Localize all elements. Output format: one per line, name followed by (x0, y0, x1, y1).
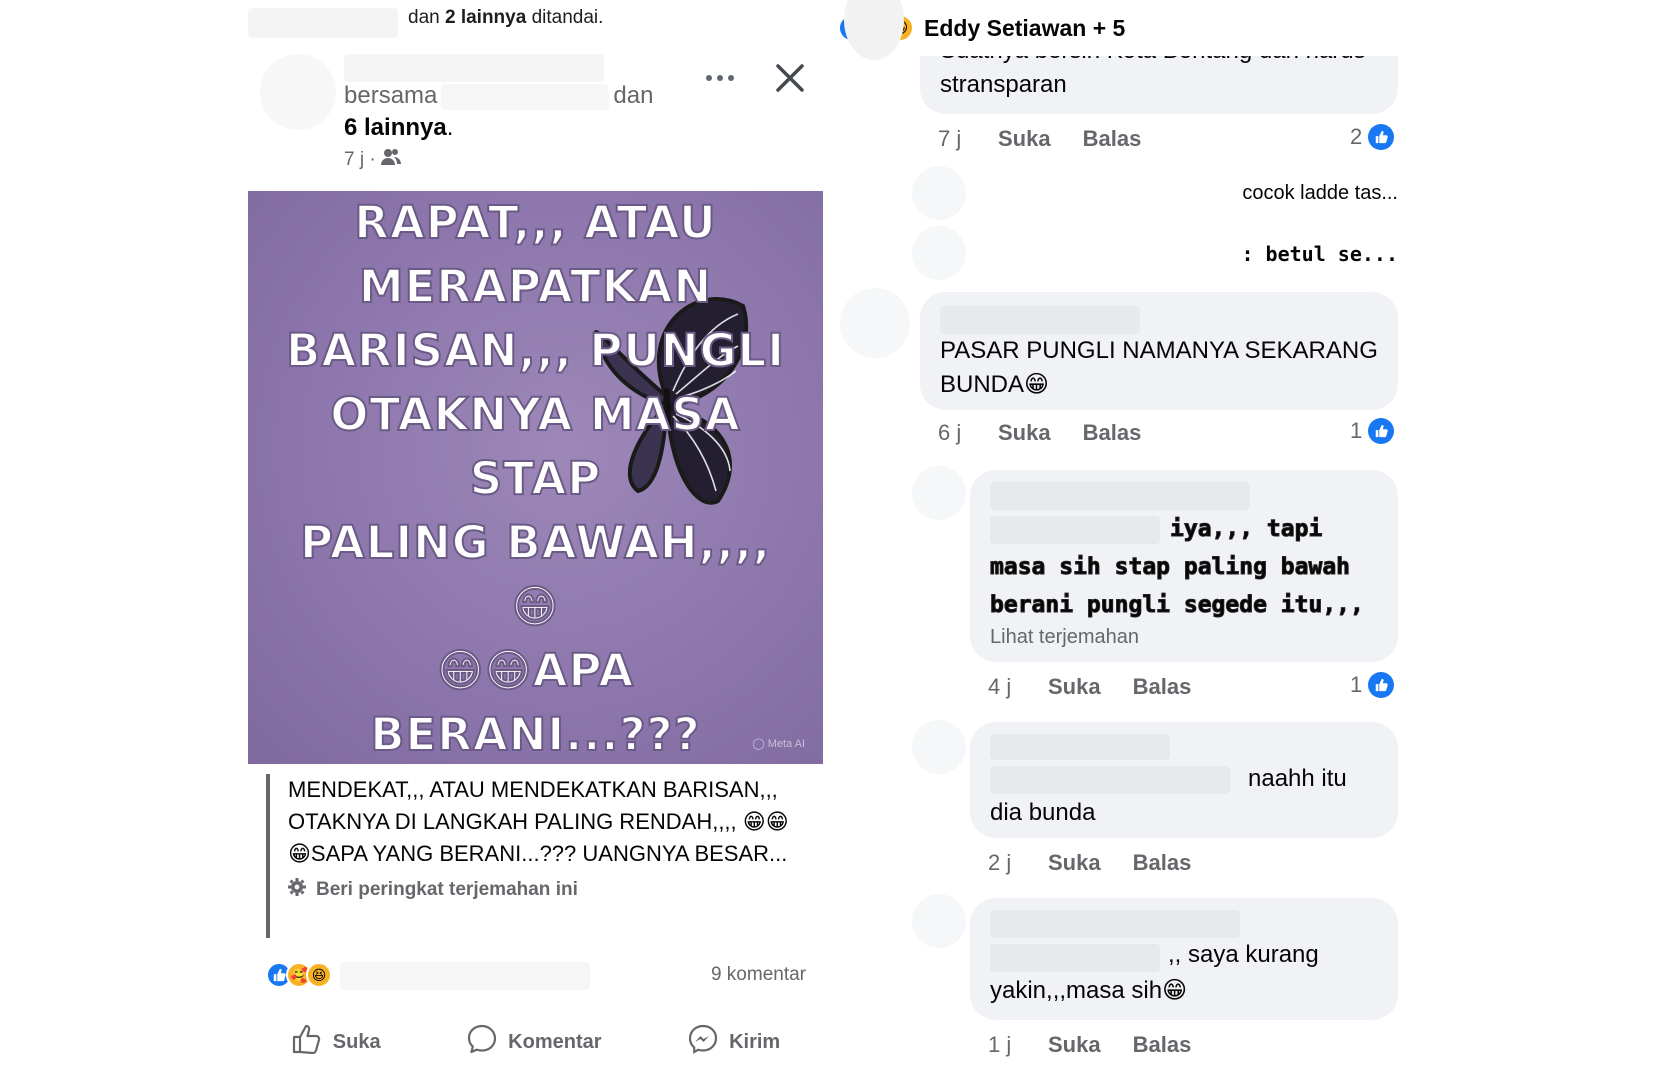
commenter-name-redacted[interactable] (940, 306, 1140, 334)
comment-like-button[interactable]: Suka (1048, 850, 1101, 876)
comment-text: Suatnya bersih Kota Bontang dan harus st… (940, 56, 1366, 98)
comment-like-button[interactable]: Suka (998, 420, 1051, 446)
comment-text: naahh itu (1248, 765, 1347, 792)
commenter-avatar[interactable] (840, 288, 910, 358)
comment-meta: 4 j Suka Balas (988, 672, 1223, 702)
commenter-avatar[interactable] (912, 226, 966, 280)
comment-bubble: iya,,, tapi masa sih stap paling bawah b… (970, 470, 1398, 662)
comment-meta: 2 j Suka Balas (988, 848, 1223, 878)
close-icon[interactable] (766, 54, 814, 102)
reactor-names: Eddy Setiawan + 5 (924, 14, 1126, 41)
commenter-avatar[interactable] (912, 466, 966, 520)
comment-text: yakin,,,masa sih😁 (990, 977, 1188, 1004)
commenter-name-redacted[interactable] (990, 734, 1170, 760)
reaction-icons: 🥰 😆 (266, 962, 332, 988)
reactors-redacted (340, 962, 590, 990)
post-time[interactable]: 7 j · (344, 149, 376, 171)
comment-like-button[interactable]: Suka (998, 126, 1051, 152)
comment-like-button[interactable]: Suka (1048, 1032, 1101, 1058)
comment-like-count[interactable]: 1 (1350, 418, 1395, 444)
author-name-redacted[interactable] (344, 54, 604, 82)
commenter-avatar[interactable] (912, 720, 966, 774)
collapsed-reply[interactable]: cocok ladde tas... (1242, 182, 1398, 205)
commenter-avatar[interactable] (844, 0, 904, 60)
post-meta: 7 j · (344, 148, 402, 172)
comment-icon (466, 1023, 498, 1061)
translation-block: MENDEKAT,,, ATAU MENDEKATKAN BARISAN,,, … (266, 774, 806, 938)
comment-text: PASAR PUNGLI NAMANYA SEKARANG BUNDA😁 (940, 337, 1378, 398)
send-button[interactable]: Kirim (687, 1023, 780, 1061)
comments-panel: 🥰 😆 Eddy Setiawan + 5 Suatnya bersih Kot… (838, 0, 1414, 1080)
haha-reaction-icon: 😆 (306, 962, 332, 988)
comment-text: iya,,, tapi masa sih stap paling bawah b… (990, 516, 1365, 619)
comment-meta: 1 j Suka Balas (988, 1030, 1223, 1060)
commenter-avatar[interactable] (912, 894, 966, 948)
like-reaction-icon (1368, 672, 1395, 698)
tagged-others-link[interactable]: 2 lainnya (445, 7, 526, 28)
commenter-avatar[interactable] (912, 166, 966, 220)
redacted-name (248, 8, 398, 38)
reactions-summary[interactable]: 🥰 😆 9 komentar (266, 962, 806, 992)
watermark: ◯ Meta AI (752, 738, 805, 750)
comment-text: ,, saya kurang (1168, 941, 1319, 968)
comment-bubble: Suatnya bersih Kota Bontang dan harus st… (920, 56, 1398, 114)
comment-like-count[interactable]: 2 (1350, 124, 1395, 150)
others-link[interactable]: 6 lainnya. (344, 114, 453, 142)
comment-text: dia bunda (990, 799, 1096, 826)
rate-translation-link[interactable]: Beri peringkat terjemahan ini (288, 878, 806, 902)
comment-like-count[interactable]: 1 (1350, 672, 1395, 698)
redacted-text (990, 766, 1230, 794)
comment-reply-button[interactable]: Balas (1083, 420, 1142, 446)
comment-reply-button[interactable]: Balas (1133, 1032, 1192, 1058)
post-image[interactable]: RAPAT,,, ATAU MERAPATKAN BARISAN,,, PUNG… (248, 191, 823, 764)
comment-time[interactable]: 7 j (938, 126, 998, 152)
messenger-icon (687, 1023, 719, 1061)
comment-like-button[interactable]: Suka (1048, 674, 1101, 700)
tagged-text: dan 2 lainnya ditandai. (408, 7, 604, 28)
post-header: bersama dan 6 lainnya. 7 j · (248, 44, 823, 189)
comment-time[interactable]: 2 j (988, 850, 1048, 876)
comment-meta: 7 j Suka Balas (938, 124, 1173, 154)
comment-reply-button[interactable]: Balas (1133, 850, 1192, 876)
comment-bubble: PASAR PUNGLI NAMANYA SEKARANG BUNDA😁 (920, 292, 1398, 410)
like-button[interactable]: Suka (291, 1024, 381, 1060)
with-line: bersama dan (344, 82, 654, 110)
comment-time[interactable]: 4 j (988, 674, 1048, 700)
tagged-line: dan 2 lainnya ditandai. (248, 0, 823, 38)
see-translation-link[interactable]: Lihat terjemahan (990, 626, 1139, 649)
commenter-name-redacted[interactable] (990, 482, 1250, 510)
post-panel: dan 2 lainnya ditandai. bersama dan 6 lai… (248, 0, 823, 1080)
redacted-text (990, 944, 1160, 972)
collapsed-reply[interactable]: : betul se... (1241, 242, 1398, 266)
comment-button[interactable]: Komentar (466, 1023, 602, 1061)
post-actions: Suka Komentar Kirim (248, 1018, 823, 1066)
comment-reply-button[interactable]: Balas (1083, 126, 1142, 152)
commenter-name-redacted[interactable] (990, 910, 1240, 938)
gear-icon (288, 878, 306, 902)
comment-time[interactable]: 6 j (938, 420, 998, 446)
comment-meta: 6 j Suka Balas (938, 418, 1173, 448)
author-avatar[interactable] (260, 54, 336, 130)
like-reaction-icon (1368, 124, 1395, 150)
comment-reply-button[interactable]: Balas (1133, 674, 1192, 700)
redacted-name (441, 83, 610, 110)
image-overlay-text: RAPAT,,, ATAU MERAPATKAN BARISAN,,, PUNG… (285, 195, 785, 762)
comment-count[interactable]: 9 komentar (711, 964, 806, 986)
like-icon (291, 1024, 323, 1060)
comment-time[interactable]: 1 j (988, 1032, 1048, 1058)
friends-icon (380, 148, 402, 172)
comment-bubble: naahh itu dia bunda (970, 722, 1398, 838)
more-icon[interactable] (700, 58, 740, 98)
comment-bubble: ,, saya kurang yakin,,,masa sih😁 (970, 898, 1398, 1020)
translation-text: MENDEKAT,,, ATAU MENDEKATKAN BARISAN,,, … (288, 777, 789, 866)
like-reaction-icon (1368, 418, 1395, 444)
